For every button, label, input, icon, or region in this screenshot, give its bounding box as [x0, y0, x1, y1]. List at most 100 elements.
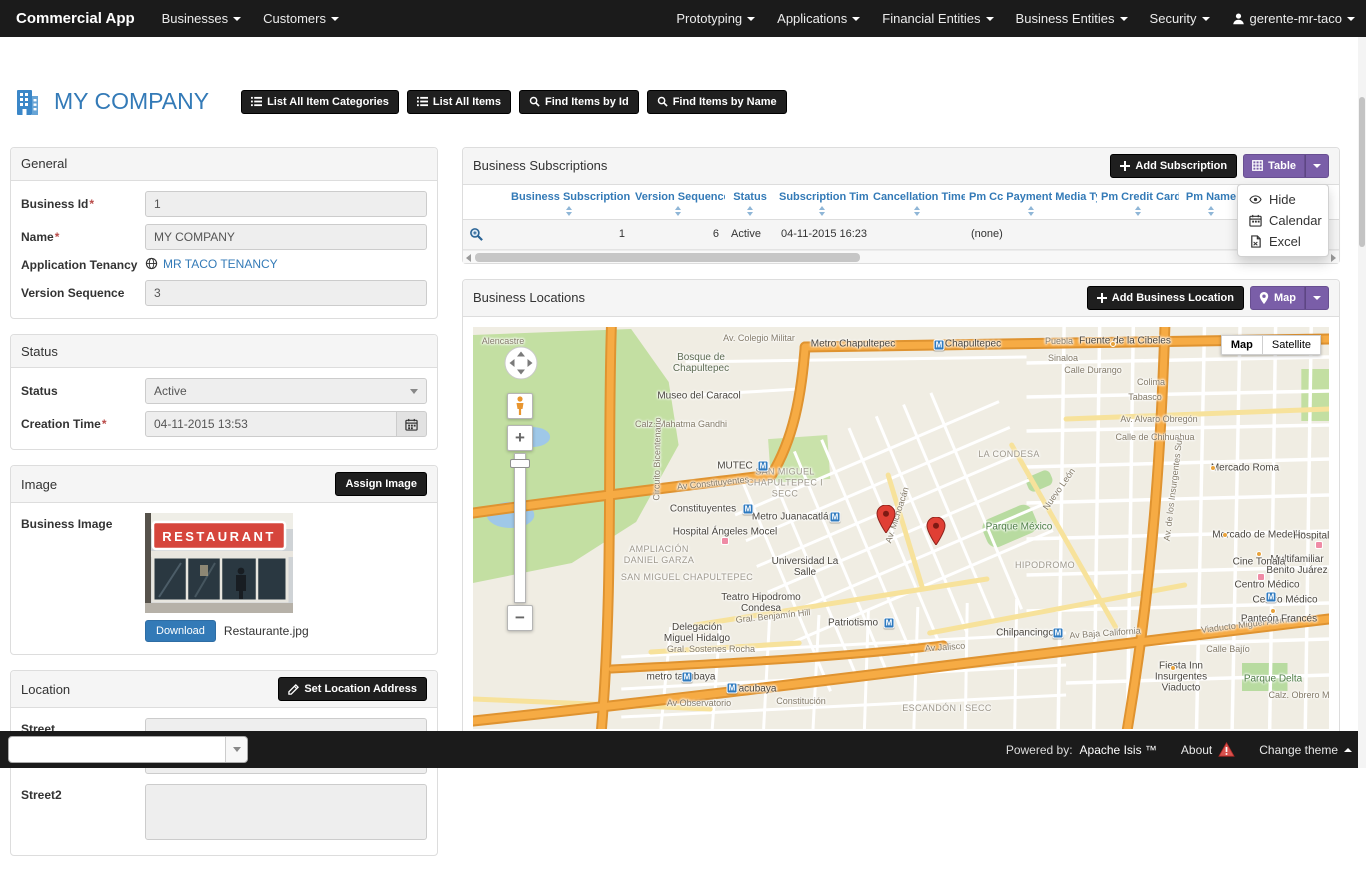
- find-items-by-id-button[interactable]: Find Items by Id: [519, 90, 639, 114]
- street2-field[interactable]: [145, 784, 427, 840]
- scroll-right-arrow[interactable]: [1331, 254, 1336, 262]
- nav-financial-entities[interactable]: Financial Entities: [871, 0, 1004, 37]
- nav-businesses[interactable]: Businesses: [151, 0, 252, 37]
- metro-icon: [1053, 627, 1064, 638]
- calendar-addon-button[interactable]: [397, 411, 427, 437]
- sort-icon[interactable]: [1183, 206, 1239, 216]
- combobox-caret-button[interactable]: [225, 737, 247, 762]
- map-pan-control[interactable]: [503, 345, 539, 381]
- calendar-icon: [1249, 214, 1262, 227]
- assign-image-button[interactable]: Assign Image: [335, 472, 427, 496]
- panel-title: General: [21, 156, 67, 171]
- chevron-down-icon: [233, 17, 241, 21]
- app-brand[interactable]: Commercial App: [0, 0, 151, 37]
- sort-icon[interactable]: [779, 206, 865, 216]
- nav-user-menu[interactable]: gerente-mr-taco: [1221, 0, 1366, 37]
- horizontal-scrollbar[interactable]: [463, 250, 1339, 263]
- column-header[interactable]: Pm Credit Card: [1097, 185, 1179, 220]
- column-header[interactable]: Business Subscription Id: [507, 185, 631, 220]
- list-all-items-button[interactable]: List All Items: [407, 90, 511, 114]
- google-map[interactable]: Alencastre Av. Colegio Militar Metro Cha…: [473, 327, 1329, 729]
- page-scrollbar-thumb[interactable]: [1359, 97, 1365, 247]
- footer-bar: Powered by: Apache Isis ™ About Change t…: [0, 731, 1366, 768]
- application-tenancy-link[interactable]: MR TACO TENANCY: [145, 257, 278, 271]
- column-header[interactable]: Pm Name: [1179, 185, 1243, 220]
- cell-subscription-time: 04-11-2015 16:23: [775, 219, 869, 249]
- metro-icon: [682, 671, 693, 682]
- view-row-cell[interactable]: [463, 219, 507, 249]
- name-field[interactable]: [145, 224, 427, 250]
- metro-icon: [758, 460, 769, 471]
- map-canvas: [473, 327, 1329, 729]
- map-type-satellite-button[interactable]: Satellite: [1263, 335, 1321, 355]
- download-button[interactable]: Download: [145, 620, 216, 642]
- column-header[interactable]: Subscription Time: [775, 185, 869, 220]
- nav-customers[interactable]: Customers: [252, 0, 350, 37]
- business-id-field[interactable]: [145, 191, 427, 217]
- version-sequence-field[interactable]: [145, 280, 427, 306]
- metro-icon: [830, 511, 841, 522]
- map-pin-icon: [1259, 292, 1269, 304]
- nav-business-entities[interactable]: Business Entities: [1005, 0, 1139, 37]
- page-scrollbar[interactable]: [1358, 37, 1366, 768]
- theme-select-combobox[interactable]: [8, 736, 248, 763]
- menu-item-calendar[interactable]: Calendar: [1238, 210, 1328, 231]
- nav-applications[interactable]: Applications: [766, 0, 871, 37]
- cell-business-subscription-id: 1: [507, 219, 631, 249]
- poi-marker: [1210, 465, 1216, 471]
- menu-item-excel[interactable]: Excel: [1238, 231, 1328, 252]
- poi-marker: [1270, 608, 1276, 614]
- sort-icon[interactable]: [969, 206, 1093, 216]
- plus-icon: [1097, 293, 1107, 303]
- sort-icon[interactable]: [729, 206, 771, 216]
- excel-file-icon: [1249, 235, 1262, 248]
- map-view-caret-button[interactable]: [1305, 286, 1329, 310]
- horizontal-scrollbar-thumb[interactable]: [475, 253, 860, 262]
- map-type-control: Map Satellite: [1221, 335, 1321, 355]
- row-icon-column-header: [463, 185, 507, 220]
- column-header[interactable]: Status: [725, 185, 775, 220]
- column-header[interactable]: Version Sequence: [631, 185, 725, 220]
- version-sequence-label: Version Sequence: [21, 286, 145, 300]
- hospital-marker: [1257, 573, 1265, 581]
- zoom-slider-thumb[interactable]: [510, 459, 530, 468]
- table-view-button[interactable]: Table: [1243, 154, 1305, 178]
- map-view-button[interactable]: Map: [1250, 286, 1305, 310]
- add-subscription-button[interactable]: Add Subscription: [1110, 154, 1237, 178]
- add-business-location-button[interactable]: Add Business Location: [1087, 286, 1244, 310]
- top-navbar: Commercial App Businesses Customers Prot…: [0, 0, 1366, 37]
- menu-item-hide[interactable]: Hide: [1238, 189, 1328, 210]
- zoom-slider-track[interactable]: [514, 453, 526, 603]
- list-all-item-categories-button[interactable]: List All Item Categories: [241, 90, 399, 114]
- metro-icon: [727, 682, 738, 693]
- zoom-out-button[interactable]: [507, 605, 533, 631]
- business-location-pin[interactable]: [877, 505, 896, 533]
- zoom-in-button[interactable]: [507, 425, 533, 451]
- status-select[interactable]: Active: [145, 378, 427, 404]
- table-view-caret-button[interactable]: [1305, 154, 1329, 178]
- restaurant-sign-text: RESTAURANT: [162, 529, 276, 544]
- sort-icon[interactable]: [635, 206, 721, 216]
- find-items-by-name-button[interactable]: Find Items by Name: [647, 90, 787, 114]
- scroll-left-arrow[interactable]: [466, 254, 471, 262]
- creation-time-field[interactable]: [145, 411, 397, 437]
- apache-isis-link[interactable]: Apache Isis ™: [1080, 743, 1157, 757]
- sort-icon[interactable]: [873, 206, 961, 216]
- business-location-pin[interactable]: [927, 517, 946, 545]
- nav-security[interactable]: Security: [1139, 0, 1221, 37]
- nav-prototyping[interactable]: Prototyping: [665, 0, 766, 37]
- column-header[interactable]: Pm Cc Payment Media Type: [965, 185, 1097, 220]
- pegman-control[interactable]: [507, 393, 533, 419]
- table-header-row: Business Subscription Id Version Sequenc…: [463, 185, 1339, 220]
- change-theme-link[interactable]: Change theme: [1259, 743, 1352, 757]
- sort-icon[interactable]: [1101, 206, 1175, 216]
- column-header[interactable]: Cancellation Time: [869, 185, 965, 220]
- about-link[interactable]: About: [1181, 742, 1235, 757]
- magnifier-view-icon[interactable]: [469, 227, 501, 242]
- map-type-map-button[interactable]: Map: [1221, 335, 1263, 355]
- sort-icon[interactable]: [511, 206, 627, 216]
- set-location-address-button[interactable]: Set Location Address: [278, 677, 427, 701]
- search-icon: [529, 96, 540, 107]
- powered-by-label: Powered by:: [1006, 743, 1073, 757]
- table-row[interactable]: 1 6 Active 04-11-2015 16:23 (none): [463, 219, 1339, 249]
